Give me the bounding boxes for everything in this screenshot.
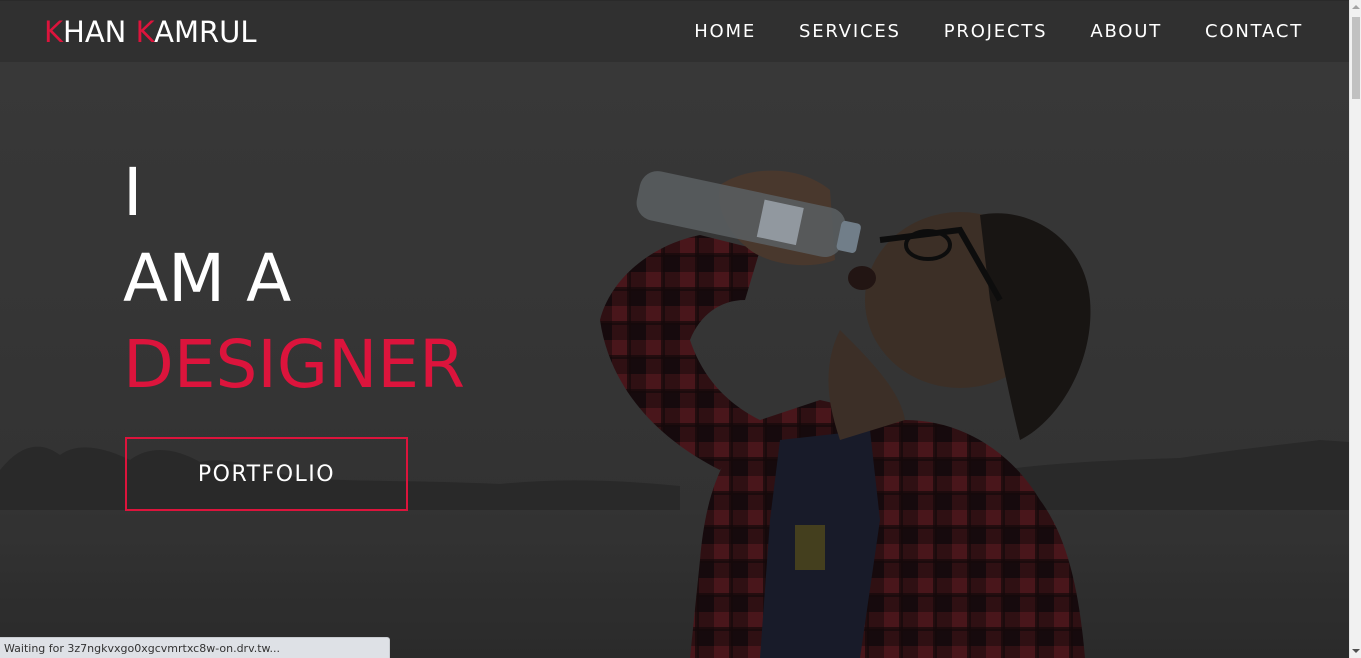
nav-contact-link[interactable]: CONTACT [1205, 21, 1303, 42]
logo-first-rest: HAN [63, 15, 136, 49]
hero-line-3: DESIGNER [123, 326, 465, 403]
browser-status-bar: Waiting for 3z7ngkvxgo0xgcvmrtxc8w-on.dr… [0, 637, 390, 658]
nav-projects-link[interactable]: PROJECTS [944, 21, 1048, 42]
vertical-scrollbar[interactable] [1349, 0, 1361, 658]
scroll-down-arrow-icon[interactable] [1350, 644, 1361, 658]
scroll-up-arrow-icon[interactable] [1350, 0, 1361, 14]
site-logo[interactable]: KHAN KAMRUL [44, 15, 257, 49]
portfolio-button[interactable]: PORTFOLIO [125, 437, 408, 511]
nav-home-link[interactable]: HOME [694, 21, 756, 42]
scrollbar-thumb[interactable] [1352, 17, 1360, 99]
hero-line-1: I [123, 154, 143, 231]
logo-first-initial: K [44, 15, 64, 49]
hero-headline: I AM A DESIGNER [123, 150, 465, 408]
page-viewport: KHAN KAMRUL HOME SERVICES PROJECTS ABOUT… [0, 0, 1349, 658]
nav-about-link[interactable]: ABOUT [1090, 21, 1162, 42]
hero-line-2: AM A [123, 240, 292, 317]
logo-last-initial: K [135, 15, 155, 49]
main-nav: HOME SERVICES PROJECTS ABOUT CONTACT [651, 21, 1303, 42]
nav-services-link[interactable]: SERVICES [799, 21, 901, 42]
logo-last-rest: AMRUL [154, 15, 257, 49]
top-navbar: KHAN KAMRUL HOME SERVICES PROJECTS ABOUT… [0, 0, 1349, 62]
